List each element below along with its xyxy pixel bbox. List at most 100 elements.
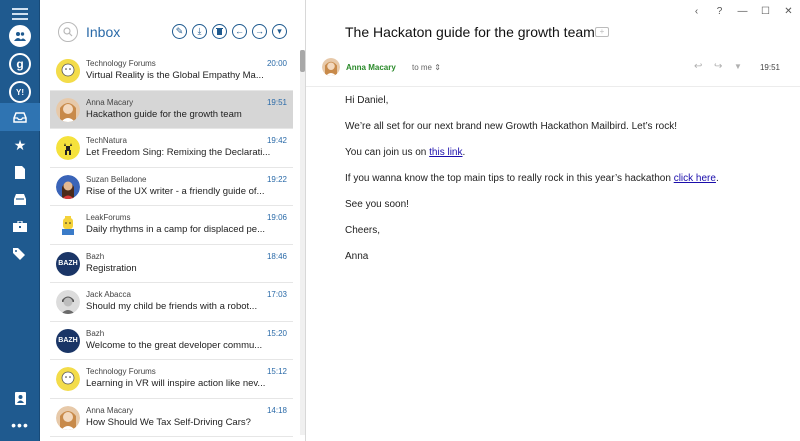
folder-title: Inbox bbox=[86, 24, 121, 40]
message-time: 14:18 bbox=[266, 405, 287, 415]
avatar: BAZH bbox=[56, 251, 80, 276]
closing: Cheers, bbox=[345, 225, 381, 236]
message-row[interactable]: Technology Forums 20:00 Virtual Reality … bbox=[50, 52, 293, 91]
sender-name[interactable]: Anna Macary bbox=[346, 63, 396, 72]
click-here-link[interactable]: click here bbox=[674, 173, 716, 184]
scrollbar-thumb[interactable] bbox=[300, 50, 305, 72]
reply-button[interactable]: ← bbox=[232, 24, 247, 39]
nav-contacts[interactable] bbox=[0, 384, 40, 412]
message-row[interactable]: BAZH Bazh 18:46 Registration bbox=[50, 245, 293, 283]
message-time: 19:06 bbox=[266, 213, 287, 222]
delete-button[interactable] bbox=[212, 24, 227, 39]
account-yahoo[interactable]: Y! bbox=[0, 78, 40, 106]
help-button[interactable]: ? bbox=[708, 0, 731, 22]
message-row[interactable]: TechNatura 19:42 Let Freedom Sing: Remix… bbox=[50, 129, 293, 168]
dropdown-icon: ▾ bbox=[277, 26, 282, 36]
list-header: Inbox ✎ ⤓ ← → ▾ bbox=[40, 0, 306, 46]
window-controls: ‹ ? — ☐ ✕ bbox=[685, 0, 800, 22]
back-button[interactable]: ‹ bbox=[685, 0, 708, 22]
add-tag-icon[interactable]: + bbox=[595, 27, 609, 37]
message-time: 20:00 bbox=[266, 59, 287, 68]
archive-icon bbox=[14, 193, 26, 205]
body-paragraph: If you wanna know the top main tips to r… bbox=[345, 173, 719, 184]
message-time: 19:22 bbox=[266, 174, 287, 184]
message-sender: Technology Forums bbox=[86, 59, 156, 68]
minimize-button[interactable]: — bbox=[731, 0, 754, 22]
message-subject: Welcome to the great developer commu... bbox=[86, 339, 263, 351]
avatar bbox=[56, 174, 80, 199]
nav-archive[interactable] bbox=[0, 185, 40, 213]
message-sender: LeakForums bbox=[86, 213, 131, 222]
scrollbar-track[interactable] bbox=[300, 50, 305, 435]
reply-icon[interactable]: ↩ bbox=[694, 61, 702, 72]
expand-icon: ⇕ bbox=[434, 63, 441, 72]
message-list-pane: Inbox ✎ ⤓ ← → ▾ Technology Forums 20:00 … bbox=[40, 0, 306, 441]
message-subject: Let Freedom Sing: Remixing the Declarati… bbox=[86, 147, 271, 158]
message-time: 19:51 bbox=[266, 97, 287, 107]
greeting: Hi Daniel, bbox=[345, 95, 389, 106]
search-button[interactable] bbox=[58, 22, 78, 42]
download-button[interactable]: ⤓ bbox=[192, 24, 207, 39]
email-subject: The Hackaton guide for the growth team bbox=[345, 24, 595, 40]
forward-button[interactable]: → bbox=[252, 24, 267, 39]
compose-button[interactable]: ✎ bbox=[172, 24, 187, 39]
message-row[interactable]: Anna Macary 14:18 How Should We Tax Self… bbox=[50, 399, 293, 437]
body-paragraph: We’re all set for our next brand new Gro… bbox=[345, 121, 678, 132]
email-time: 19:51 bbox=[759, 63, 780, 72]
avatar bbox=[56, 290, 80, 314]
nav-inbox[interactable] bbox=[0, 103, 40, 131]
download-icon: ⤓ bbox=[197, 26, 202, 36]
briefcase-icon bbox=[13, 220, 27, 232]
recipient-label[interactable]: to me ⇕ bbox=[412, 63, 441, 72]
message-row[interactable]: Technology Forums 15:12 Learning in VR w… bbox=[50, 360, 293, 399]
nav-starred[interactable]: ★ bbox=[0, 131, 40, 159]
avatar: BAZH bbox=[56, 328, 80, 353]
menu-icon[interactable] bbox=[12, 8, 28, 20]
message-sender: Anna Macary bbox=[86, 405, 134, 415]
message-row[interactable]: Suzan Belladone 19:22 Rise of the UX wri… bbox=[50, 168, 293, 206]
nav-documents[interactable] bbox=[0, 158, 40, 186]
message-time: 15:12 bbox=[266, 367, 287, 376]
this-link[interactable]: this link bbox=[429, 147, 462, 158]
message-subject: Registration bbox=[86, 262, 137, 274]
message-time: 17:03 bbox=[266, 290, 287, 299]
avatar bbox=[56, 97, 80, 122]
maximize-button[interactable]: ☐ bbox=[754, 0, 777, 22]
account-contacts[interactable] bbox=[0, 22, 40, 50]
body-paragraph: You can join us on this link. bbox=[345, 147, 466, 158]
message-subject: Daily rhythms in a camp for displaced pe… bbox=[86, 224, 265, 235]
message-subject: Hackathon guide for the growth team bbox=[86, 108, 242, 120]
yahoo-account-icon: Y! bbox=[9, 81, 31, 103]
message-time: 15:20 bbox=[266, 328, 287, 338]
tags-icon bbox=[13, 248, 25, 260]
avatar bbox=[56, 367, 80, 391]
reply-icon: ← bbox=[235, 26, 244, 36]
forward-icon[interactable]: ↪ bbox=[714, 61, 722, 72]
more-icon[interactable]: ••• bbox=[0, 417, 40, 433]
account-google[interactable]: g bbox=[0, 50, 40, 78]
trash-icon bbox=[216, 27, 223, 37]
chevron-down-icon[interactable]: ▼ bbox=[734, 62, 742, 71]
divider bbox=[306, 86, 800, 87]
nav-tags[interactable] bbox=[0, 240, 40, 268]
message-row[interactable]: Jack Abacca 17:03 Should my child be fri… bbox=[50, 283, 293, 322]
sender-avatar bbox=[322, 58, 340, 76]
avatar bbox=[56, 59, 80, 83]
message-sender: Bazh bbox=[86, 328, 105, 338]
star-icon: ★ bbox=[13, 136, 27, 153]
nav-work[interactable] bbox=[0, 212, 40, 240]
body-paragraph: See you soon! bbox=[345, 199, 409, 210]
sender-row: Anna Macary to me ⇕ ↩ ↪ ▼ 19:51 bbox=[322, 58, 784, 78]
forward-icon: → bbox=[255, 26, 264, 36]
avatar bbox=[56, 136, 80, 160]
document-icon bbox=[15, 165, 25, 179]
message-row-selected[interactable]: Anna Macary 19:51 Hackathon guide for th… bbox=[50, 90, 293, 129]
close-button[interactable]: ✕ bbox=[777, 0, 800, 22]
message-sender: Technology Forums bbox=[86, 367, 156, 376]
google-account-icon: g bbox=[9, 53, 31, 75]
search-icon bbox=[63, 27, 73, 37]
message-subject: Virtual Reality is the Global Empathy Ma… bbox=[86, 70, 264, 81]
message-row[interactable]: BAZH Bazh 15:20 Welcome to the great dev… bbox=[50, 322, 293, 360]
message-row[interactable]: LeakForums 19:06 Daily rhythms in a camp… bbox=[50, 206, 293, 245]
more-actions-button[interactable]: ▾ bbox=[272, 24, 287, 39]
